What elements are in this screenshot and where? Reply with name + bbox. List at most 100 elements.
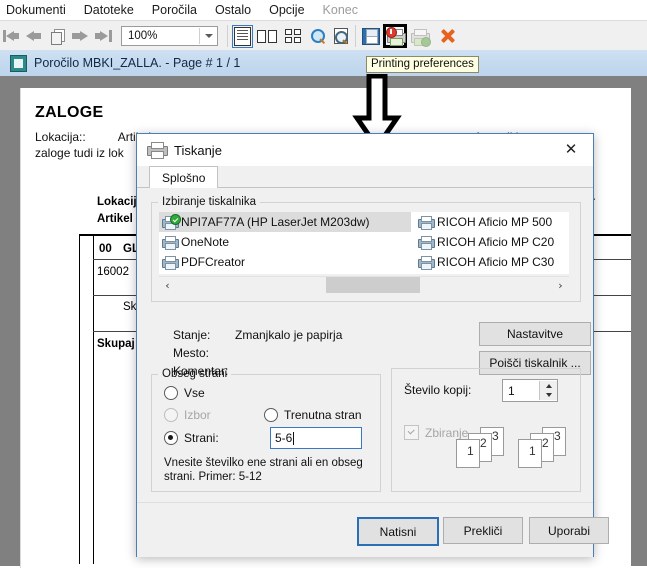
radio-pages[interactable]: Strani: [164, 431, 219, 445]
printer-selection-legend: Izbiranje tiskalnika [162, 196, 256, 208]
menu-porocila[interactable]: Poročila [143, 0, 206, 20]
report-vertical-rule-2 [79, 234, 80, 564]
printer-list-column-1: NPI7AF77A (HP LaserJet M203dw) OneNote P… [159, 212, 411, 272]
triangle-up-icon [545, 383, 552, 388]
printer-icon-default [162, 214, 181, 230]
printer-list[interactable]: NPI7AF77A (HP LaserJet M203dw) OneNote P… [159, 212, 569, 274]
multi-page-view-button[interactable] [281, 25, 305, 47]
print-dialog-title: Tiskanje [174, 142, 222, 158]
print-dialog: Tiskanje ✕ Splošno Izbiranje tiskalnika [136, 133, 609, 557]
printer-item-ricoh-c30[interactable]: RICOH Aficio MP C30 [415, 252, 569, 272]
print-button[interactable] [409, 25, 431, 47]
magnifier-icon [310, 28, 326, 45]
collate-number: 3 [492, 429, 499, 443]
printer-name: RICOH Aficio MP C20 [437, 235, 555, 249]
scrollbar-thumb[interactable] [326, 277, 420, 293]
printing-preferences-button[interactable] [383, 24, 407, 48]
page-range-group: Obseg strani Vse Izbor Trenutna stran St… [151, 368, 381, 492]
scroll-right-button[interactable]: › [552, 277, 569, 293]
chevron-down-icon [204, 34, 213, 38]
zoom-level-value: 100% [128, 30, 158, 42]
copies-stepper[interactable] [539, 381, 557, 400]
menu-bar: Dokumenti Datoteke Poročila Ostalo Opcij… [0, 0, 647, 20]
printer-item-ricoh-c20[interactable]: RICOH Aficio MP C20 [415, 232, 569, 252]
radio-all-pages[interactable]: Vse [164, 386, 205, 400]
zoom-level-combobox[interactable]: 100% [121, 26, 218, 46]
previous-page-icon [26, 29, 43, 43]
printer-icon [162, 236, 179, 250]
printer-item-pdfcreator[interactable]: PDFCreator [159, 252, 411, 272]
menu-opcije[interactable]: Opcije [260, 0, 313, 20]
collate-number: 3 [554, 429, 561, 443]
printer-list-horizontal-scrollbar[interactable]: ‹ › [159, 276, 569, 293]
printer-title-icon [147, 142, 168, 159]
radio-selection: Izbor [164, 408, 211, 422]
page-preview-button[interactable] [330, 25, 351, 47]
two-page-view-button[interactable] [255, 25, 279, 47]
apply-button[interactable]: Uporabi [529, 517, 609, 544]
save-button[interactable] [360, 25, 381, 47]
menu-datoteke[interactable]: Datoteke [75, 0, 143, 20]
zoom-tool-button[interactable] [307, 25, 328, 47]
pages-input-value: 5-6 [275, 431, 293, 445]
checkmark-icon [404, 425, 419, 440]
duplicate-page-button[interactable] [47, 25, 68, 47]
cancel-button[interactable]: Prekliči [443, 517, 523, 544]
status-state-label: Stanje: [173, 328, 211, 342]
print-dialog-titlebar: Tiskanje ✕ [137, 134, 593, 166]
toolbar-navigation-group [0, 22, 115, 50]
pages-input[interactable]: 5-6 [270, 427, 362, 449]
report-row-article: 16002 [97, 266, 129, 278]
print-confirm-button[interactable]: Natisni [357, 517, 439, 546]
copies-decrement-button[interactable] [540, 391, 557, 401]
printer-item-ricoh-mp500[interactable]: RICOH Aficio MP 500 [415, 212, 569, 232]
collate-number: 1 [529, 444, 536, 458]
document-title: Poročilo MBKI_ZALLA. - Page # 1 / 1 [34, 56, 241, 70]
first-page-button[interactable] [1, 25, 22, 47]
status-location-row: Mesto: [173, 344, 473, 362]
print-dialog-body: Izbiranje tiskalnika NPI7AF77A (HP Laser… [137, 188, 593, 502]
copies-value: 1 [508, 383, 515, 398]
radio-circle-icon [164, 408, 178, 422]
settings-button[interactable]: Nastavitve [479, 322, 591, 346]
radio-pages-label: Strani: [184, 431, 219, 445]
tab-splosno-label: Splošno [162, 171, 206, 185]
copies-group: Število kopij: 1 Zbiranje 3 2 1 3 2 1 [391, 368, 581, 492]
copies-spinner[interactable]: 1 [502, 379, 558, 402]
zoom-dropdown-button[interactable] [199, 28, 217, 44]
printer-icon [418, 256, 435, 270]
previous-page-button[interactable] [24, 25, 45, 47]
tab-splosno[interactable]: Splošno [149, 166, 219, 190]
printer-name: OneNote [181, 235, 230, 249]
scrollbar-track[interactable] [176, 277, 552, 293]
last-page-icon [95, 29, 112, 43]
close-icon [440, 28, 456, 44]
close-button[interactable] [437, 25, 458, 47]
printer-name: RICOH Aficio MP C30 [437, 255, 555, 269]
radio-current-page[interactable]: Trenutna stran [264, 408, 362, 422]
application-window: Dokumenti Datoteke Poročila Ostalo Opcij… [0, 0, 647, 568]
report-subline-2: zaloge tudi iz lok [35, 146, 124, 160]
text-caret [293, 431, 295, 445]
collate-illustration-1: 3 2 1 [456, 427, 526, 469]
toolbar-separator-2 [355, 25, 356, 47]
report-total-label: Skupaj [97, 338, 135, 350]
next-page-button[interactable] [70, 25, 91, 47]
menu-ostalo[interactable]: Ostalo [206, 0, 260, 20]
two-page-icon [257, 29, 277, 43]
close-icon: ✕ [564, 140, 578, 158]
menu-dokumenti[interactable]: Dokumenti [0, 0, 75, 20]
close-dialog-button[interactable]: ✕ [549, 134, 593, 165]
collate-number: 2 [480, 436, 487, 450]
report-vertical-rule-1 [93, 234, 94, 564]
single-page-view-button[interactable] [231, 24, 254, 48]
scroll-left-button[interactable]: ‹ [159, 277, 176, 293]
print-dialog-tabstrip: Splošno [137, 166, 593, 190]
last-page-button[interactable] [93, 25, 114, 47]
printer-list-column-2: RICOH Aficio MP 500 RICOH Aficio MP C20 [415, 212, 569, 272]
printer-item-onenote[interactable]: OneNote [159, 232, 411, 252]
copies-increment-button[interactable] [540, 381, 557, 391]
status-state-value: Zmanjkalo je papirja [235, 328, 343, 342]
printer-item-npi7af77a[interactable]: NPI7AF77A (HP LaserJet M203dw) [159, 212, 411, 232]
radio-circle-icon [164, 431, 178, 445]
